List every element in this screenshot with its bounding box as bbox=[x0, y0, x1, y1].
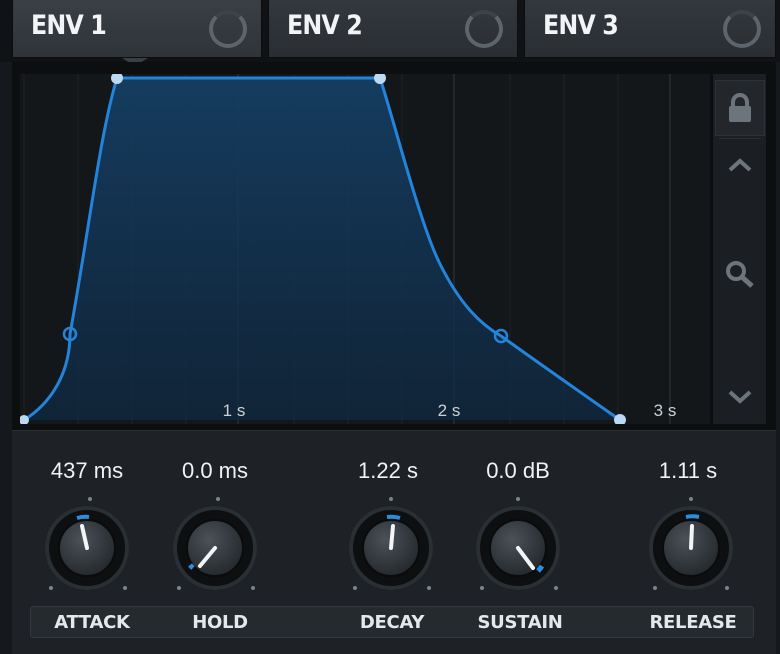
attack-control: 437 ms bbox=[27, 458, 147, 486]
zoom-icon bbox=[726, 261, 754, 288]
env-2-mod-ring-icon[interactable] bbox=[465, 10, 503, 48]
chevron-up-icon bbox=[728, 158, 752, 172]
sustain-label: SUSTAIN bbox=[477, 612, 563, 633]
hold-label: HOLD bbox=[192, 612, 248, 633]
env-3-mod-ring-icon[interactable] bbox=[723, 10, 761, 48]
zoom-button[interactable] bbox=[715, 244, 765, 304]
sustain-control: 0.0 dB bbox=[458, 458, 578, 486]
release-value: 1.11 s bbox=[658, 458, 718, 483]
tab-env-1[interactable]: ENV 1 bbox=[12, 0, 262, 58]
release-label: RELEASE bbox=[649, 612, 737, 633]
tab-env-2-label: ENV 2 bbox=[287, 10, 363, 41]
envelope-graph-svg: 1 s 2 s 3 s bbox=[20, 74, 677, 424]
tab-env-2[interactable]: ENV 2 bbox=[268, 0, 518, 58]
tab-env-3[interactable]: ENV 3 bbox=[524, 0, 776, 58]
time-label-3s: 3 s bbox=[654, 401, 677, 420]
time-label-1s: 1 s bbox=[223, 401, 246, 420]
scroll-up-button[interactable] bbox=[715, 140, 765, 190]
env-1-mod-ring-icon[interactable] bbox=[209, 10, 247, 48]
graph-side-panel bbox=[712, 74, 766, 424]
decay-control: 1.22 s bbox=[328, 458, 448, 486]
hold-value: 0.0 ms bbox=[181, 458, 249, 483]
tab-env-3-label: ENV 3 bbox=[543, 10, 619, 41]
hold-control: 0.0 ms bbox=[155, 458, 275, 486]
scroll-down-button[interactable] bbox=[715, 372, 765, 422]
attack-label: ATTACK bbox=[54, 612, 130, 633]
lock-button[interactable] bbox=[715, 80, 765, 136]
lock-icon bbox=[729, 93, 751, 122]
time-label-2s: 2 s bbox=[438, 401, 461, 420]
sustain-value: 0.0 dB bbox=[486, 458, 550, 483]
envelope-tabs: ENV 1 ENV 2 ENV 3 bbox=[0, 0, 780, 62]
decay-value: 1.22 s bbox=[358, 458, 418, 483]
attack-value: 437 ms bbox=[50, 458, 124, 483]
chevron-down-icon bbox=[728, 390, 752, 404]
decay-label: DECAY bbox=[359, 612, 425, 633]
release-control: 1.11 s bbox=[628, 458, 748, 486]
envelope-graph[interactable]: 1 s 2 s 3 s bbox=[20, 74, 710, 424]
tab-env-1-label: ENV 1 bbox=[31, 10, 107, 41]
